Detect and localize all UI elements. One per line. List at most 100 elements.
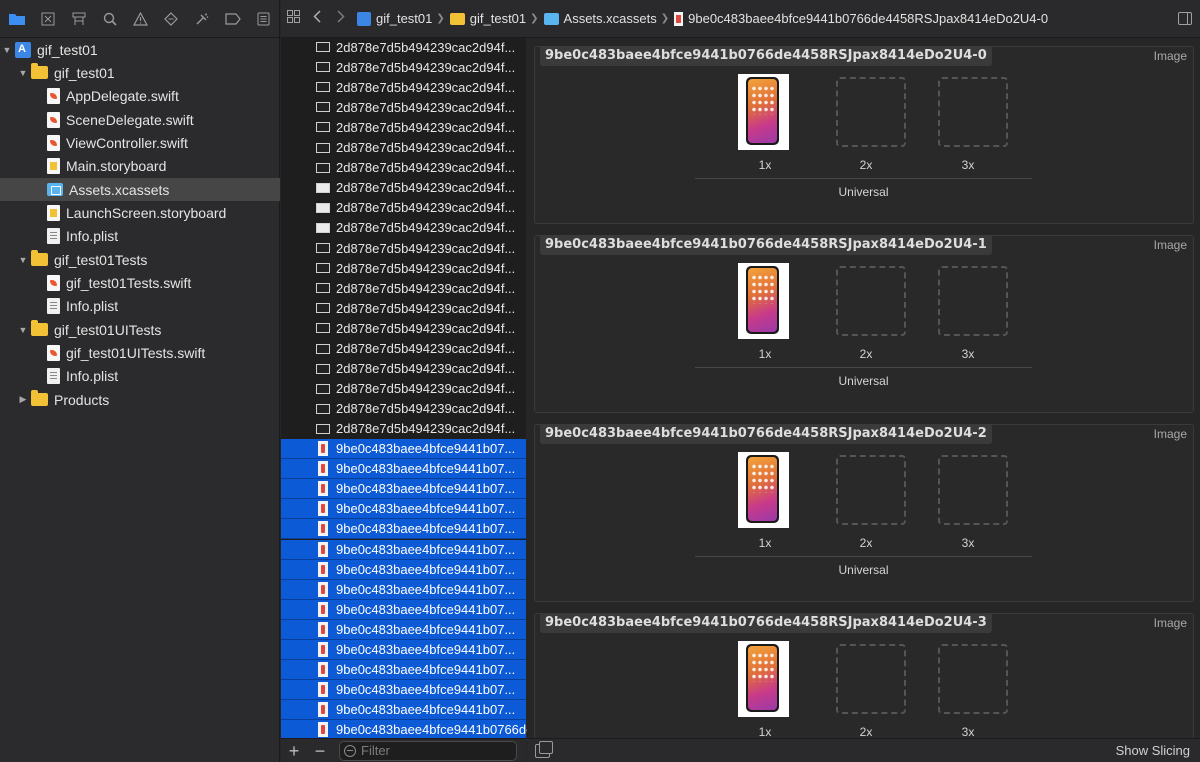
image-slot-3x[interactable] bbox=[938, 455, 1008, 525]
debug-navigator-icon[interactable] bbox=[187, 0, 218, 38]
image-slot-2x[interactable] bbox=[836, 77, 906, 147]
image-set-row[interactable]: 2d878e7d5b494239cac2d94f... bbox=[281, 158, 526, 178]
image-set-row[interactable]: 2d878e7d5b494239cac2d94f... bbox=[281, 278, 526, 298]
scale-label: 1x bbox=[758, 536, 772, 550]
related-items-grid-icon[interactable] bbox=[281, 10, 305, 27]
image-set-row[interactable]: 2d878e7d5b494239cac2d94f... bbox=[281, 238, 526, 258]
add-button[interactable]: + bbox=[281, 741, 307, 761]
breadcrumb-item[interactable]: gif_test01 bbox=[357, 11, 432, 26]
image-set-row[interactable]: 2d878e7d5b494239cac2d94f... bbox=[281, 359, 526, 379]
remove-button[interactable]: − bbox=[307, 741, 333, 761]
disclosure-expanded-icon[interactable]: ▼ bbox=[18, 325, 28, 335]
image-set-row[interactable]: 9be0c483baee4bfce9441b07... bbox=[281, 479, 526, 500]
image-set-row[interactable]: 9be0c483baee4bfce9441b07... bbox=[281, 640, 526, 660]
tree-item[interactable]: ViewController.swift bbox=[0, 131, 280, 154]
image-set-row[interactable]: 9be0c483baee4bfce9441b07... bbox=[281, 660, 526, 681]
breadcrumb-item[interactable]: 9be0c483baee4bfce9441b0766de4458RSJpax84… bbox=[674, 11, 1048, 26]
image-set-row[interactable]: 9be0c483baee4bfce9441b07... bbox=[281, 519, 526, 540]
image-set-row[interactable]: 9be0c483baee4bfce9441b07... bbox=[281, 439, 526, 459]
disclosure-expanded-icon[interactable]: ▼ bbox=[18, 68, 28, 78]
image-slot-3x[interactable] bbox=[938, 266, 1008, 336]
image-set-title[interactable]: 9be0c483baee4bfce9441b0766de4458RSJpax84… bbox=[540, 424, 992, 444]
disclosure-expanded-icon[interactable]: ▼ bbox=[2, 45, 12, 55]
image-set-row[interactable]: 2d878e7d5b494239cac2d94f... bbox=[281, 37, 526, 57]
show-slicing-button[interactable]: Show Slicing bbox=[1116, 743, 1190, 758]
image-set-row[interactable]: 2d878e7d5b494239cac2d94f... bbox=[281, 178, 526, 198]
image-set-title[interactable]: 9be0c483baee4bfce9441b0766de4458RSJpax84… bbox=[540, 235, 992, 255]
symbol-navigator-icon[interactable] bbox=[64, 0, 95, 38]
image-set-title[interactable]: 9be0c483baee4bfce9441b0766de4458RSJpax84… bbox=[540, 46, 992, 66]
image-set-row[interactable]: 2d878e7d5b494239cac2d94f... bbox=[281, 399, 526, 419]
image-slot-1x[interactable] bbox=[738, 641, 789, 717]
tree-item[interactable]: ▼ gif_test01 bbox=[0, 61, 280, 84]
project-navigator-icon[interactable] bbox=[2, 0, 33, 38]
tree-item[interactable]: ▼ gif_test01Tests bbox=[0, 248, 280, 271]
image-set-row[interactable]: 9be0c483baee4bfce9441b07... bbox=[281, 539, 526, 560]
source-control-icon[interactable] bbox=[33, 0, 64, 38]
scale-label: 1x bbox=[758, 725, 772, 738]
image-set-row[interactable]: 9be0c483baee4bfce9441b07... bbox=[281, 559, 526, 580]
tree-item[interactable]: ▶ Products bbox=[0, 388, 280, 411]
find-navigator-icon[interactable] bbox=[94, 0, 125, 38]
filter-icon bbox=[344, 744, 356, 757]
image-set-title[interactable]: 9be0c483baee4bfce9441b0766de4458RSJpax84… bbox=[540, 613, 992, 633]
tree-item[interactable]: Info.plist bbox=[0, 295, 280, 318]
image-thumbnail-icon bbox=[318, 682, 328, 698]
image-slot-2x[interactable] bbox=[836, 644, 906, 714]
tree-item-label: gif_test01 bbox=[37, 41, 98, 58]
image-set-row[interactable]: 2d878e7d5b494239cac2d94f... bbox=[281, 318, 526, 338]
tree-item[interactable]: Main.storyboard bbox=[0, 155, 280, 178]
image-set-row[interactable]: 9be0c483baee4bfce9441b07... bbox=[281, 499, 526, 520]
tree-item[interactable]: ▼ gif_test01UITests bbox=[0, 318, 280, 341]
back-chevron-icon[interactable] bbox=[305, 10, 329, 27]
image-set-row[interactable]: 2d878e7d5b494239cac2d94f... bbox=[281, 138, 526, 158]
image-set-row[interactable]: 2d878e7d5b494239cac2d94f... bbox=[281, 57, 526, 77]
image-slot-3x[interactable] bbox=[938, 644, 1008, 714]
image-slot-1x[interactable] bbox=[738, 74, 789, 150]
image-set-row[interactable]: 9be0c483baee4bfce9441b07... bbox=[281, 619, 526, 640]
image-slot-2x[interactable] bbox=[836, 266, 906, 336]
tree-item[interactable]: Info.plist bbox=[0, 365, 280, 388]
tree-item[interactable]: gif_test01Tests.swift bbox=[0, 272, 280, 295]
breakpoint-navigator-icon[interactable] bbox=[217, 0, 248, 38]
tree-item[interactable]: Info.plist bbox=[0, 225, 280, 248]
tree-item[interactable]: gif_test01UITests.swift bbox=[0, 342, 280, 365]
image-slot-1x[interactable] bbox=[738, 263, 789, 339]
filter-field[interactable] bbox=[339, 740, 517, 761]
disclosure-expanded-icon[interactable]: ▼ bbox=[18, 255, 28, 265]
image-slot-3x[interactable] bbox=[938, 77, 1008, 147]
issue-navigator-icon[interactable] bbox=[125, 0, 156, 38]
image-set-row[interactable]: 9be0c483baee4bfce9441b07... bbox=[281, 579, 526, 600]
breadcrumb-item[interactable]: Assets.xcassets bbox=[543, 11, 657, 26]
tree-item[interactable]: AppDelegate.swift bbox=[0, 85, 280, 108]
toggle-inspector-icon[interactable] bbox=[1178, 12, 1192, 25]
slicing-icon[interactable] bbox=[535, 741, 553, 758]
image-set-row[interactable]: 2d878e7d5b494239cac2d94f... bbox=[281, 77, 526, 97]
disclosure-collapsed-icon[interactable]: ▶ bbox=[18, 394, 28, 405]
tree-item[interactable]: SceneDelegate.swift bbox=[0, 108, 280, 131]
breadcrumb-item[interactable]: gif_test01 bbox=[449, 11, 526, 26]
image-set-row[interactable]: 2d878e7d5b494239cac2d94f... bbox=[281, 198, 526, 218]
tree-item[interactable]: LaunchScreen.storyboard bbox=[0, 201, 280, 224]
image-set-row[interactable]: 2d878e7d5b494239cac2d94f... bbox=[281, 298, 526, 318]
image-set-row[interactable]: 2d878e7d5b494239cac2d94f... bbox=[281, 419, 526, 439]
image-set-row[interactable]: 9be0c483baee4bfce9441b07... bbox=[281, 459, 526, 480]
image-set-row[interactable]: 2d878e7d5b494239cac2d94f... bbox=[281, 117, 526, 137]
image-set-row[interactable]: 2d878e7d5b494239cac2d94f... bbox=[281, 339, 526, 359]
tree-item[interactable]: ▼ gif_test01 bbox=[0, 38, 280, 61]
file-tree: ▼ gif_test01 ▼ gif_test01 AppDelegate.swift S… bbox=[0, 38, 280, 738]
image-slot-2x[interactable] bbox=[836, 455, 906, 525]
report-navigator-icon[interactable] bbox=[248, 0, 279, 38]
image-set-row[interactable]: 9be0c483baee4bfce9441b07... bbox=[281, 599, 526, 620]
image-set-row[interactable]: 2d878e7d5b494239cac2d94f... bbox=[281, 97, 526, 117]
forward-chevron-icon[interactable] bbox=[329, 10, 353, 27]
image-set-row[interactable]: 9be0c483baee4bfce9441b07... bbox=[281, 700, 526, 721]
test-navigator-icon[interactable] bbox=[156, 0, 187, 38]
image-slot-1x[interactable] bbox=[738, 452, 789, 528]
tree-item[interactable]: Assets.xcassets bbox=[0, 178, 280, 202]
image-set-row[interactable]: 9be0c483baee4bfce9441b07... bbox=[281, 680, 526, 701]
image-set-row[interactable]: 2d878e7d5b494239cac2d94f... bbox=[281, 258, 526, 278]
filter-input[interactable] bbox=[361, 743, 511, 758]
image-set-row[interactable]: 2d878e7d5b494239cac2d94f... bbox=[281, 379, 526, 399]
image-set-row[interactable]: 2d878e7d5b494239cac2d94f... bbox=[281, 218, 526, 238]
